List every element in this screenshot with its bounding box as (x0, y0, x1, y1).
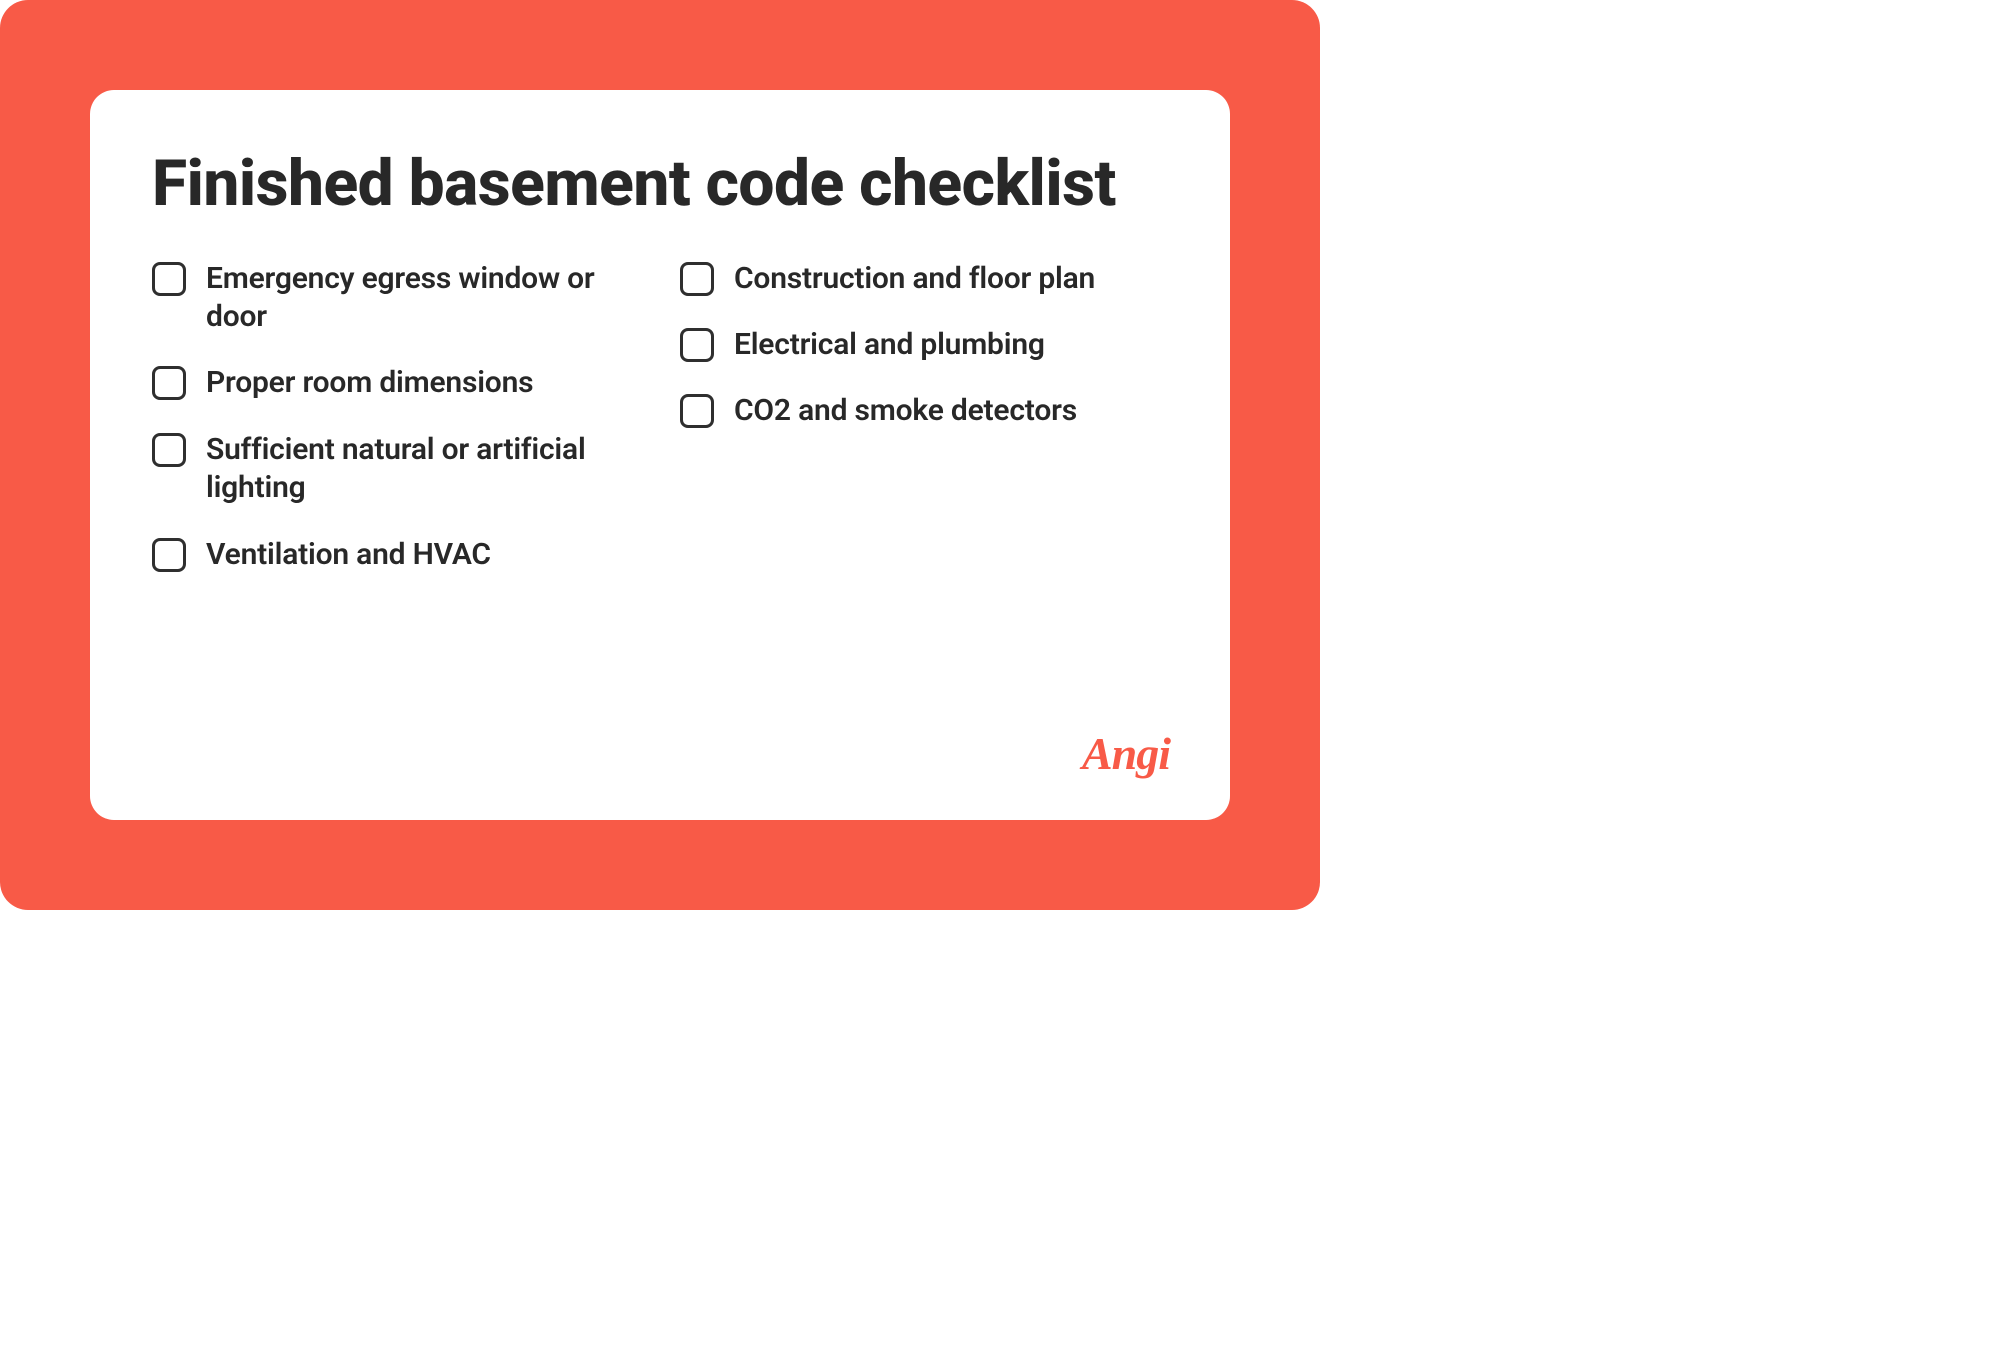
outer-frame: Finished basement code checklist Emergen… (0, 0, 1320, 910)
checklist-item-label: Electrical and plumbing (734, 326, 1045, 364)
checklist-item-label: CO2 and smoke detectors (734, 392, 1077, 430)
checklist-item: Construction and floor plan (680, 260, 1168, 298)
checkbox-icon[interactable] (680, 328, 714, 362)
checkbox-icon[interactable] (152, 366, 186, 400)
checklist-item-label: Ventilation and HVAC (206, 536, 491, 574)
brand-logo: Angi (1082, 727, 1170, 780)
checklist-item: Emergency egress window or door (152, 260, 640, 337)
checklist-column-left: Emergency egress window or door Proper r… (152, 260, 640, 574)
checklist-item: Ventilation and HVAC (152, 536, 640, 574)
checklist-card: Finished basement code checklist Emergen… (90, 90, 1230, 820)
checkbox-icon[interactable] (152, 262, 186, 296)
checklist-item: Electrical and plumbing (680, 326, 1168, 364)
checklist-columns: Emergency egress window or door Proper r… (152, 260, 1168, 574)
checklist-item: Proper room dimensions (152, 364, 640, 402)
checklist-item: CO2 and smoke detectors (680, 392, 1168, 430)
checkbox-icon[interactable] (680, 394, 714, 428)
checklist-item-label: Emergency egress window or door (206, 260, 640, 337)
checklist-item-label: Sufficient natural or artificial lightin… (206, 431, 640, 508)
checkbox-icon[interactable] (152, 538, 186, 572)
checklist-item-label: Construction and floor plan (734, 260, 1095, 298)
checkbox-icon[interactable] (680, 262, 714, 296)
card-title: Finished basement code checklist (152, 148, 1168, 220)
checklist-item-label: Proper room dimensions (206, 364, 533, 402)
checkbox-icon[interactable] (152, 433, 186, 467)
checklist-item: Sufficient natural or artificial lightin… (152, 431, 640, 508)
checklist-column-right: Construction and floor plan Electrical a… (680, 260, 1168, 574)
